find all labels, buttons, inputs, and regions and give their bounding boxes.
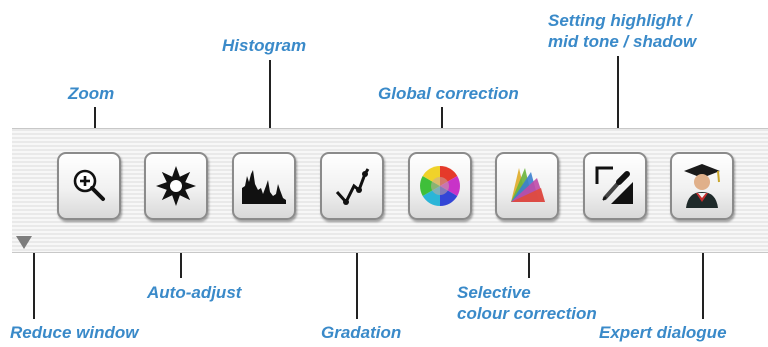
auto-adjust-button[interactable] (144, 152, 208, 220)
callout-gradation: Gradation (321, 323, 402, 342)
callout-setting-line1: Setting highlight / (548, 11, 692, 30)
callout-auto-adjust: Auto-adjust (147, 283, 242, 302)
reduce-window-triangle-icon[interactable] (16, 236, 32, 249)
expert-dialogue-button[interactable] (670, 152, 734, 220)
eyedropper-icon (593, 164, 637, 208)
histogram-button[interactable] (232, 152, 296, 220)
callout-setting-highlight: Setting highlight / mid tone / shadow (548, 10, 696, 52)
setting-highlight-button[interactable] (583, 152, 647, 220)
zoom-button[interactable] (57, 152, 121, 220)
callout-zoom: Zoom (68, 84, 115, 103)
callout-histogram: Histogram (222, 36, 307, 55)
selective-colour-correction-button[interactable] (495, 152, 559, 220)
callout-reduce-window: Reduce window (10, 323, 139, 342)
callout-selective-line1: Selective (457, 283, 531, 302)
histogram-icon (240, 166, 288, 206)
callout-selective: Selective colour correction (457, 282, 597, 324)
aperture-icon (154, 164, 198, 208)
zoom-icon (69, 166, 109, 206)
callout-global-correction: Global correction (378, 84, 519, 103)
callout-expert-dialogue: Expert dialogue (599, 323, 727, 342)
global-correction-button[interactable] (408, 152, 472, 220)
gradation-curve-icon (332, 166, 372, 206)
graduate-icon (680, 162, 724, 210)
color-fan-icon (505, 164, 549, 208)
leader-reduce-window (33, 250, 35, 319)
gradation-button[interactable] (320, 152, 384, 220)
callout-selective-line2: colour correction (457, 304, 597, 323)
color-wheel-icon (418, 164, 462, 208)
toolbar (12, 128, 768, 253)
callout-setting-line2: mid tone / shadow (548, 32, 697, 51)
